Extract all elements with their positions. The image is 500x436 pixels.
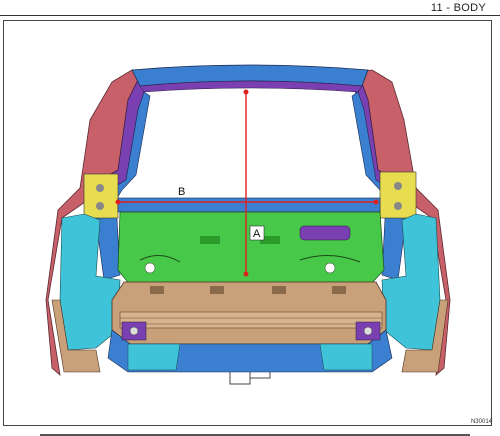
- figure-code: N30014: [470, 419, 492, 425]
- vehicle-rear-body-diagram: A B: [45, 64, 451, 385]
- rear-floor-panel: [117, 211, 385, 286]
- dimension-a-label: A: [253, 228, 261, 240]
- left-bracket: [83, 173, 119, 219]
- dimension-b-label: B: [178, 186, 185, 198]
- right-bracket: [379, 171, 417, 219]
